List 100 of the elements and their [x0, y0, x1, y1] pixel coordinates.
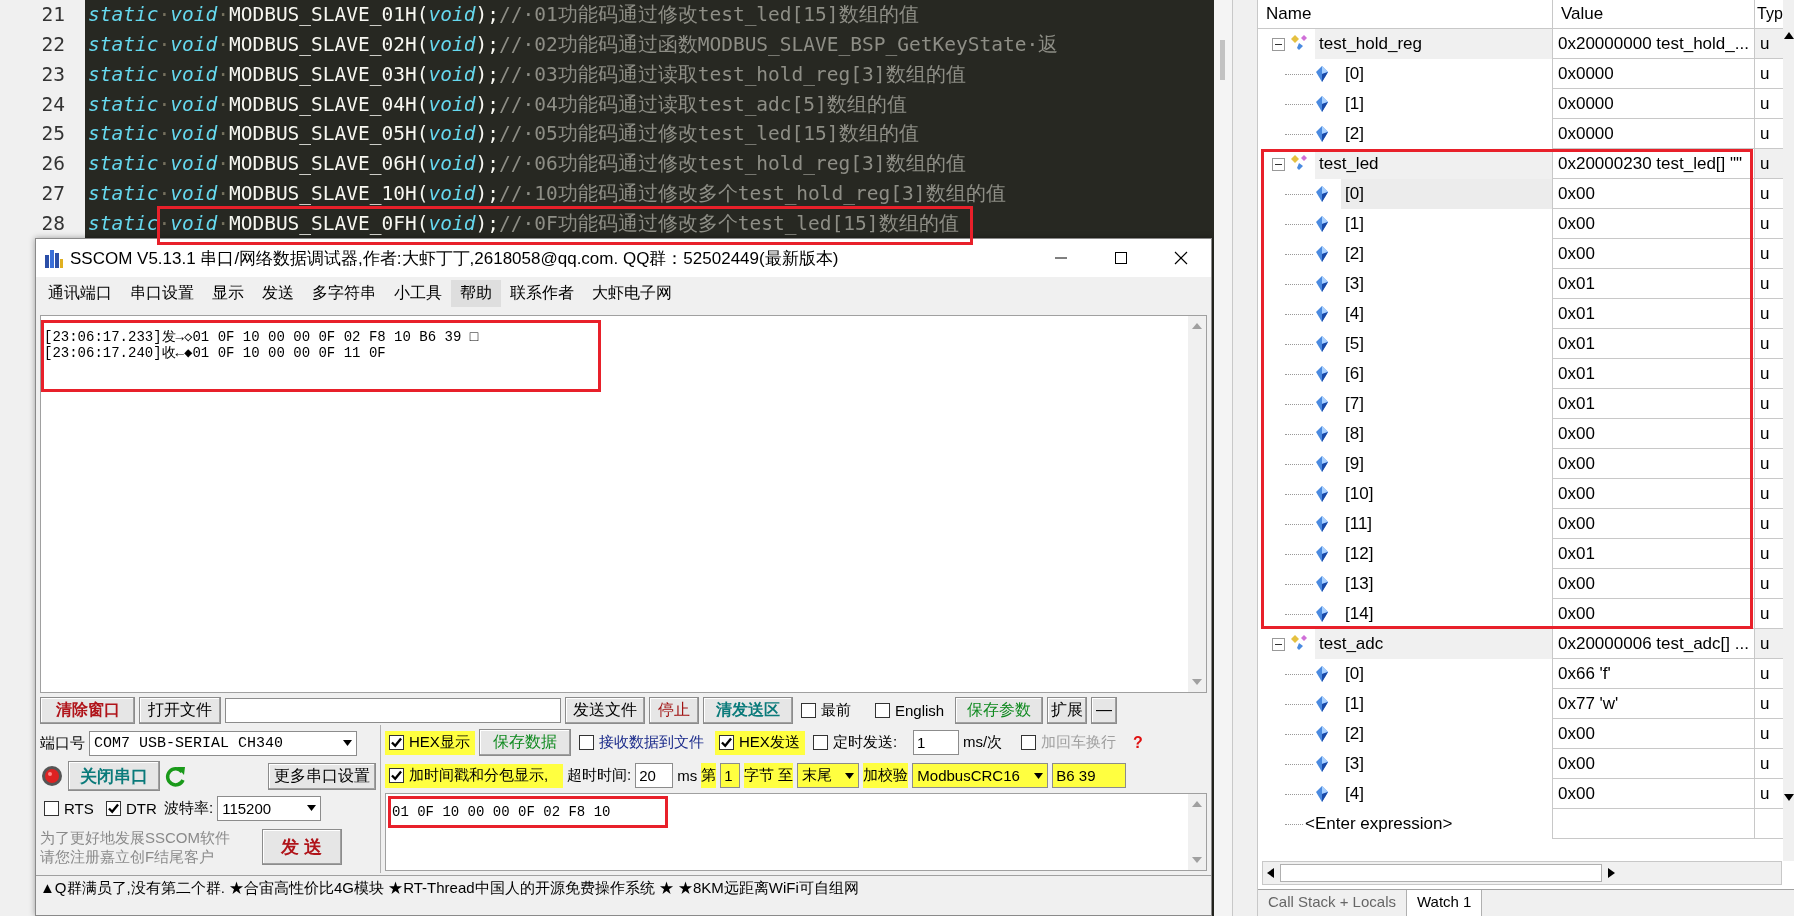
stop-button[interactable]: 停止 — [649, 696, 699, 724]
tree-item[interactable]: [1] — [1341, 89, 1552, 119]
column-header[interactable]: Name — [1258, 0, 1552, 28]
file-path-field[interactable] — [225, 697, 561, 723]
tab[interactable]: Call Stack + Locals — [1258, 890, 1407, 916]
tree-item[interactable]: [0] — [1341, 59, 1552, 89]
hex-display-checkbox[interactable]: HEX显示 — [385, 730, 475, 755]
scrollbar[interactable] — [1783, 0, 1794, 861]
tree-item[interactable]: [11] — [1341, 509, 1552, 539]
menu-item[interactable]: 发送 — [253, 279, 303, 307]
menu-item[interactable]: 大虾电子网 — [583, 279, 681, 307]
checksum-field[interactable]: B6 39 — [1052, 763, 1127, 788]
expand-button[interactable]: 扩展 — [1047, 696, 1087, 724]
variable-icon — [1315, 695, 1329, 713]
menu-item[interactable]: 显示 — [203, 279, 253, 307]
tree-item[interactable]: test_hold_reg — [1315, 29, 1552, 59]
collapse-icon[interactable] — [1272, 637, 1285, 651]
tree-item[interactable]: [4] — [1341, 299, 1552, 329]
receive-area[interactable]: [23:06:17.233]发→◇01 0F 10 00 00 0F 02 F8 10 B6 39 □ [23:06:17.240]收←◆01 0F 10 00 00 0F 11 0F — [40, 315, 1207, 693]
table-cell: 0x00 — [1552, 779, 1754, 809]
menu-item[interactable]: 小工具 — [385, 279, 451, 307]
tree-item[interactable]: [9] — [1341, 449, 1552, 479]
line-number: 27 — [40, 181, 66, 205]
tree-item[interactable]: test_adc — [1315, 629, 1552, 659]
menu-item[interactable]: 帮助 — [451, 279, 501, 307]
splitter[interactable] — [1232, 0, 1258, 916]
close-port-button[interactable]: 关闭串口 — [68, 761, 160, 791]
tree-item[interactable]: [14] — [1341, 599, 1552, 629]
send-file-button[interactable]: 发送文件 — [565, 696, 645, 724]
variable-icon — [1315, 485, 1329, 503]
code-line: static·void·MODBUS_SLAVE_05H(void);//·05功能码通过修改test_led[15]数组的值 — [88, 122, 919, 146]
tree-item[interactable]: [3] — [1341, 269, 1552, 299]
save-params-button[interactable]: 保存参数 — [955, 696, 1043, 724]
receive-to-file-checkbox[interactable]: 接收数据到文件 — [575, 730, 711, 755]
menu-item[interactable]: 联系作者 — [501, 279, 583, 307]
clear-window-button[interactable]: 清除窗口 — [40, 696, 135, 724]
scroll-thumb[interactable] — [1280, 864, 1602, 882]
table-cell: 0x01 — [1552, 299, 1754, 329]
code-line: static·void·MODBUS_SLAVE_04H(void);//·04功能码通过读取test_adc[5]数组的值 — [88, 92, 907, 116]
table-cell: 0x00 — [1552, 179, 1754, 209]
open-file-button[interactable]: 打开文件 — [139, 696, 221, 724]
collapse-icon[interactable] — [1272, 157, 1285, 171]
timed-send-checkbox[interactable]: 定时发送: — [809, 730, 909, 755]
tree-item[interactable]: [2] — [1341, 239, 1552, 269]
tree-item[interactable]: [7] — [1341, 389, 1552, 419]
start-byte-field[interactable]: 1 — [720, 763, 741, 788]
menu-item[interactable]: 多字符串 — [303, 279, 385, 307]
save-data-button[interactable]: 保存数据 — [479, 729, 571, 756]
checkbox[interactable]: English — [871, 698, 951, 722]
down-arrow-icon[interactable] — [1783, 794, 1794, 801]
help-mark[interactable]: ? — [1133, 733, 1143, 752]
collapse-icon[interactable] — [1272, 37, 1285, 51]
tree-item[interactable]: [12] — [1341, 539, 1552, 569]
send-text-area[interactable]: 01 0F 10 00 00 0F 02 F8 10 — [385, 793, 1207, 871]
up-arrow-icon[interactable] — [1783, 32, 1794, 39]
interval-field[interactable]: 1 — [913, 730, 959, 755]
baud-dropdown[interactable]: 115200 — [217, 795, 322, 821]
timestamp-checkbox[interactable]: 加时间戳和分包显示, — [385, 763, 563, 788]
tree-item[interactable]: [1] — [1341, 689, 1552, 719]
variable-icon — [1315, 275, 1329, 293]
timeout-label: 超时时间: — [567, 765, 632, 785]
scroll-thumb[interactable] — [1220, 40, 1225, 80]
scrollbar[interactable] — [1262, 861, 1782, 885]
tree-item[interactable]: [0] — [1341, 659, 1552, 689]
tree-item[interactable]: [10] — [1341, 479, 1552, 509]
more-settings-button[interactable]: 更多串口设置 — [268, 762, 376, 790]
menu-item[interactable]: 通讯端口 — [39, 279, 121, 307]
tab[interactable]: Watch 1 — [1407, 890, 1483, 916]
hex-send-checkbox[interactable]: HEX发送 — [715, 730, 805, 755]
timeout-field[interactable]: 20 — [635, 763, 674, 788]
table-cell: 0x00 — [1552, 479, 1754, 509]
column-header[interactable]: Value — [1552, 0, 1754, 28]
checkbox[interactable]: 最前 — [797, 698, 867, 722]
clear-send-button[interactable]: 清发送区 — [703, 696, 793, 724]
end-byte-dropdown[interactable]: 末尾 — [797, 763, 860, 788]
refresh-icon[interactable] — [164, 764, 188, 788]
tree-item[interactable]: [6] — [1341, 359, 1552, 389]
send-button[interactable]: 发 送 — [262, 829, 342, 865]
unit-label: ms/次 — [963, 732, 1004, 752]
checksum-label: 加校验 — [863, 763, 909, 788]
tree-item[interactable]: [3] — [1341, 749, 1552, 779]
checksum-dropdown[interactable]: ModbusCRC16 — [912, 763, 1049, 788]
variable-icon — [1315, 725, 1329, 743]
checkbox[interactable]: DTR — [102, 796, 160, 820]
scrollbar[interactable] — [1214, 0, 1232, 916]
port-dropdown[interactable]: COM7 USB-SERIAL CH340 — [89, 730, 357, 756]
tree-item[interactable]: [2] — [1341, 119, 1552, 149]
tree-item[interactable]: [13] — [1341, 569, 1552, 599]
left-arrow-icon[interactable] — [1267, 868, 1274, 878]
tree-item[interactable]: [1] — [1341, 209, 1552, 239]
enter-expression-item[interactable]: <Enter expression> — [1305, 814, 1453, 834]
right-arrow-icon[interactable] — [1608, 868, 1615, 878]
tree-item[interactable]: [5] — [1341, 329, 1552, 359]
menu-item[interactable]: 串口设置 — [121, 279, 203, 307]
checkbox[interactable]: RTS — [40, 796, 98, 820]
collapse-button[interactable]: — — [1091, 696, 1117, 724]
tree-item[interactable]: [4] — [1341, 779, 1552, 809]
tree-item[interactable]: [8] — [1341, 419, 1552, 449]
tree-item[interactable]: [2] — [1341, 719, 1552, 749]
tree-item[interactable]: [0] — [1341, 179, 1552, 209]
